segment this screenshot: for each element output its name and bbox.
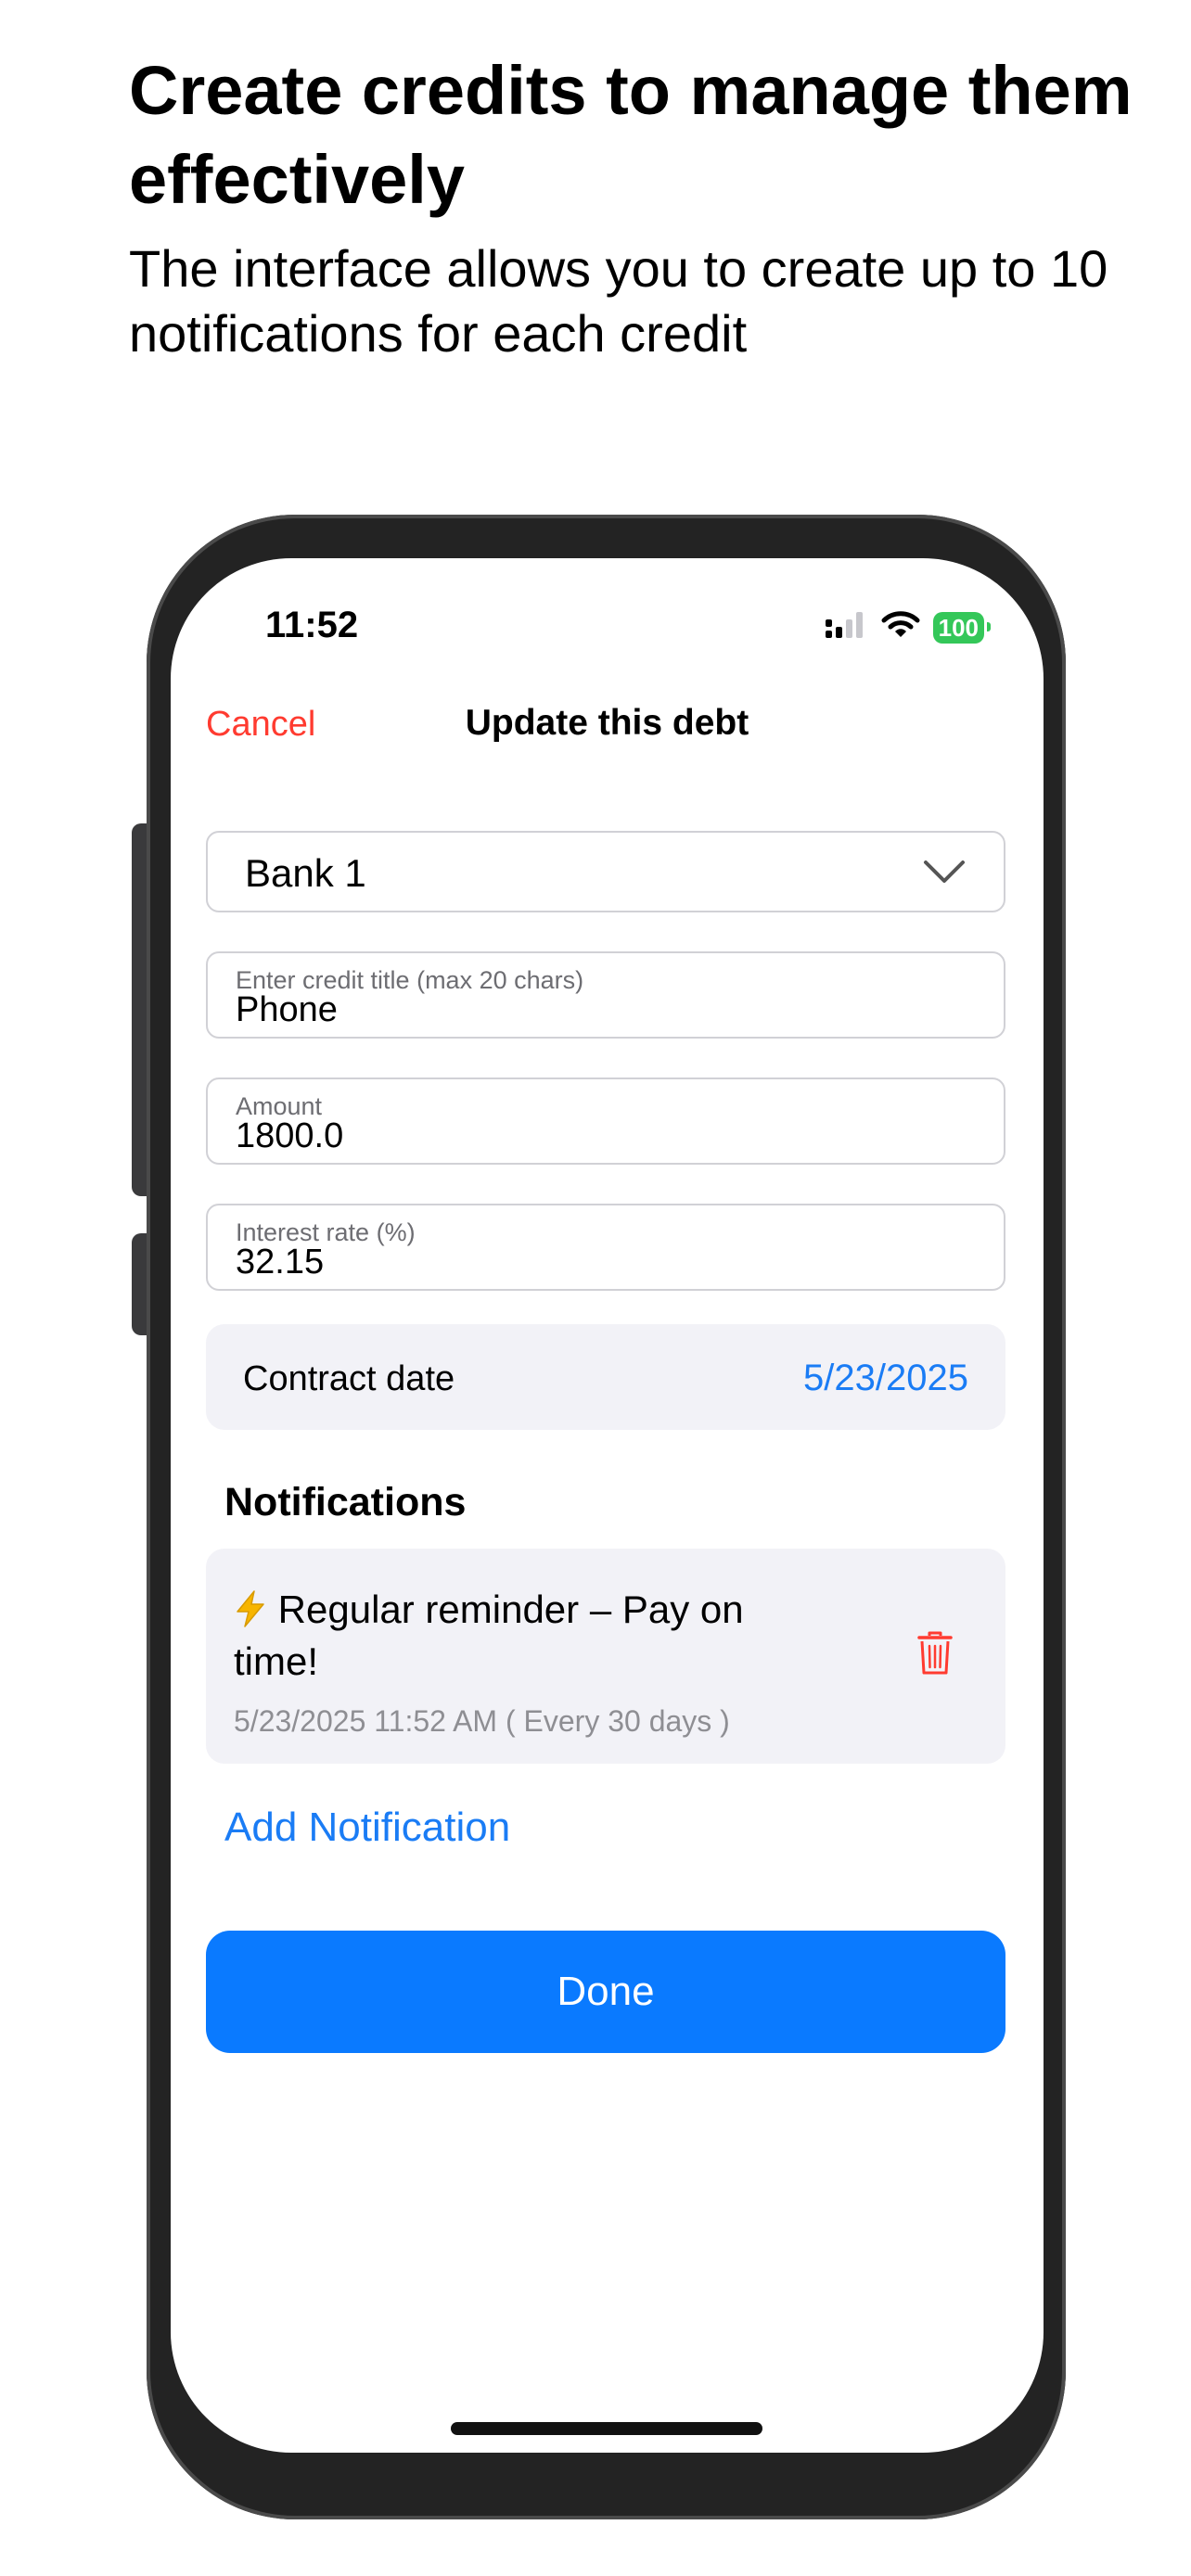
notification-title: Regular reminder – Pay on time!	[234, 1588, 744, 1683]
trash-icon[interactable]	[916, 1630, 954, 1681]
bank-select[interactable]: Bank 1	[206, 831, 1005, 912]
amount-field[interactable]: Amount 1800.0	[206, 1078, 1005, 1165]
wifi-icon	[881, 610, 920, 644]
promo-headline: Create credits to manage them effectivel…	[129, 52, 1133, 218]
interest-rate-value: 32.15	[236, 1243, 325, 1282]
done-button[interactable]: Done	[206, 1931, 1005, 2053]
app-screen: 11:52 100 Cancel Update this debt Bank 1	[171, 558, 1044, 2453]
interest-rate-field[interactable]: Interest rate (%) 32.15	[206, 1204, 1005, 1291]
status-time: 11:52	[265, 605, 359, 645]
lightning-icon	[234, 1588, 278, 1631]
credit-title-value: Phone	[236, 990, 338, 1029]
promo-subline: The interface allows you to create up to…	[129, 239, 1108, 363]
battery-icon: 100	[932, 611, 992, 644]
signal-icon	[824, 610, 868, 644]
home-indicator	[451, 2422, 762, 2435]
notification-title-line: Regular reminder – Pay on time!	[234, 1584, 827, 1688]
contract-date-row: Contract date 5/23/2025	[206, 1324, 1005, 1430]
amount-value: 1800.0	[236, 1116, 344, 1155]
bank-select-value: Bank 1	[245, 851, 366, 895]
contract-date-picker[interactable]: 5/23/2025	[803, 1358, 968, 1399]
notification-subtitle: 5/23/2025 11:52 AM ( Every 30 days )	[234, 1704, 730, 1738]
contract-date-label: Contract date	[243, 1359, 455, 1398]
nav-title: Update this debt	[465, 703, 749, 743]
status-icons: 100	[824, 610, 992, 644]
credit-title-field[interactable]: Enter credit title (max 20 chars) Phone	[206, 951, 1005, 1039]
notifications-heading: Notifications	[224, 1480, 467, 1524]
notification-item[interactable]: Regular reminder – Pay on time! 5/23/202…	[206, 1549, 1005, 1764]
chevron-down-icon	[922, 855, 967, 893]
add-notification-button[interactable]: Add Notification	[224, 1804, 510, 1851]
